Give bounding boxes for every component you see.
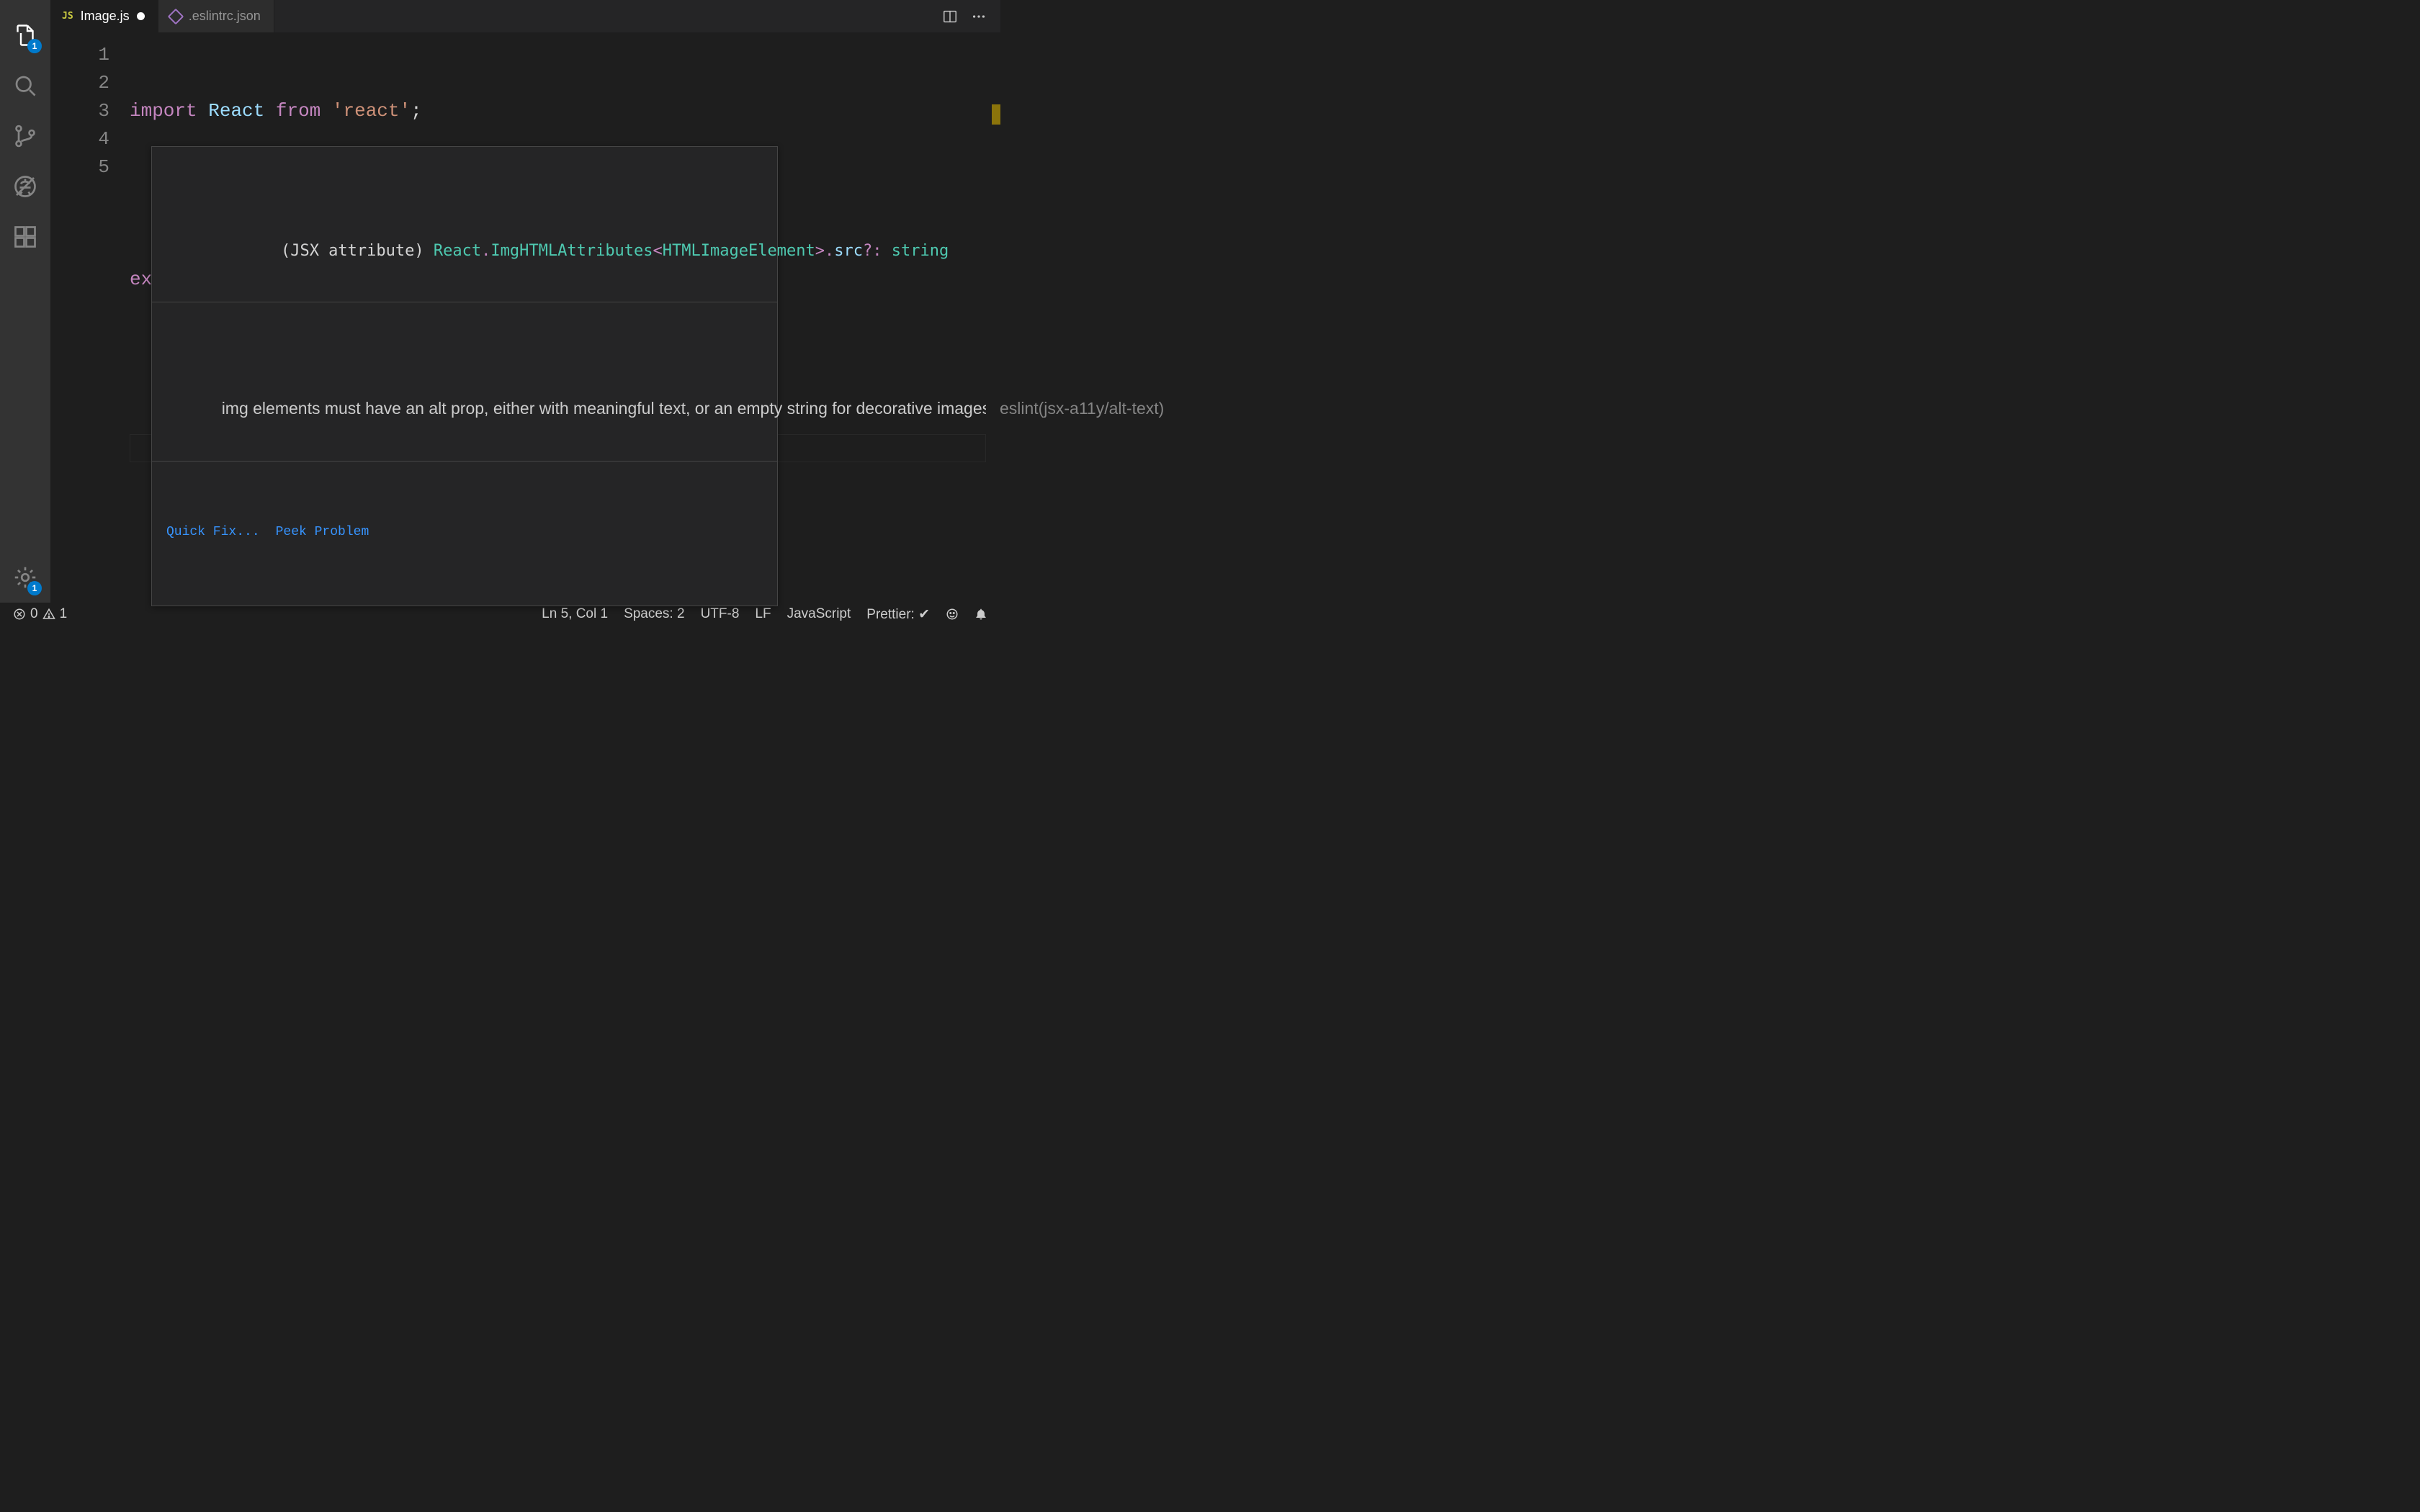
split-editor-icon[interactable] [940,6,960,27]
status-language[interactable]: JavaScript [783,603,856,626]
tab-image-js[interactable]: JS Image.js [50,0,158,32]
status-prettier[interactable]: Prettier: ✔ [862,603,934,626]
tab-label: .eslintrc.json [189,9,261,24]
line-number: 1 [50,41,109,69]
tab-eslintrc[interactable]: .eslintrc.json [158,0,274,32]
extensions-icon[interactable] [0,212,50,262]
hover-description: img elements must have an alt prop, eith… [152,356,777,462]
minimap-warning-marker-icon [992,104,1000,125]
minimap[interactable] [986,32,1000,603]
hover-tooltip: (JSX attribute) React.ImgHTMLAttributes<… [151,146,778,606]
warning-icon [42,608,55,621]
peek-problem-link[interactable]: Peek Problem [276,521,369,544]
tab-bar-actions [940,0,1000,32]
more-actions-icon[interactable] [969,6,989,27]
main-area: 1 1 JS Image.js [0,0,1000,603]
quick-fix-link[interactable]: Quick Fix... [166,521,260,544]
code-area[interactable]: import React from 'react'; export const … [130,32,986,603]
error-icon [13,608,26,621]
settings-gear-icon[interactable]: 1 [0,552,50,603]
search-icon[interactable] [0,60,50,111]
code-line: import React from 'react'; [130,97,986,125]
warning-count: 1 [60,606,68,622]
tab-bar: JS Image.js .eslintrc.json [50,0,1000,32]
editor-body[interactable]: 1 2 3 4 5 import React from 'react'; exp… [50,32,1000,603]
debug-icon[interactable] [0,161,50,212]
explorer-icon[interactable]: 1 [0,10,50,60]
status-problems[interactable]: 0 1 [9,603,71,626]
activity-bar: 1 1 [0,0,50,603]
js-file-icon: JS [62,11,73,22]
tab-label: Image.js [81,9,130,24]
line-number: 2 [50,69,109,97]
eslint-file-icon [167,8,184,24]
editor-column: JS Image.js .eslintrc.json 1 2 [50,0,1000,603]
hover-actions: Quick Fix... Peek Problem [152,516,777,552]
status-notifications-icon[interactable] [970,603,992,626]
error-count: 0 [30,606,38,622]
line-number: 5 [50,153,109,181]
hover-signature: (JSX attribute) React.ImgHTMLAttributes<… [152,201,777,302]
line-gutter: 1 2 3 4 5 [50,32,130,603]
explorer-badge: 1 [27,39,42,53]
line-number: 4 [50,125,109,153]
tab-dirty-indicator-icon [137,12,145,20]
source-control-icon[interactable] [0,111,50,161]
settings-badge: 1 [27,581,42,595]
status-feedback-icon[interactable] [941,603,963,626]
line-number: 3 [50,97,109,125]
